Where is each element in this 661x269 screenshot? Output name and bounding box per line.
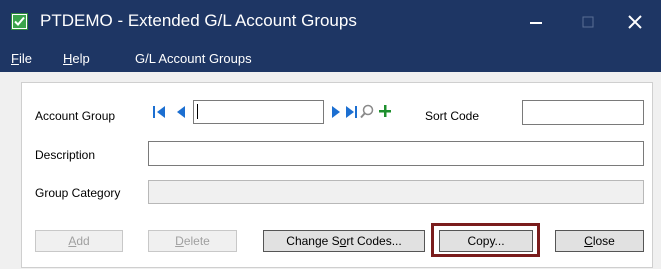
- delete-button[interactable]: Delete: [148, 230, 237, 252]
- menu-file[interactable]: File: [11, 51, 32, 66]
- minimize-button[interactable]: [515, 0, 557, 44]
- menu-help[interactable]: Help: [63, 51, 90, 66]
- sort-code-input[interactable]: [522, 100, 644, 125]
- close-icon: [628, 15, 642, 29]
- close-button[interactable]: Close: [555, 230, 644, 252]
- previous-record-icon[interactable]: [176, 106, 186, 121]
- window-title: PTDEMO - Extended G/L Account Groups: [40, 11, 357, 30]
- menu-gl-account-groups[interactable]: G/L Account Groups: [135, 51, 252, 66]
- minimize-icon: [530, 22, 542, 24]
- account-group-input[interactable]: [193, 100, 324, 124]
- copy-button[interactable]: Copy...: [439, 230, 533, 252]
- last-record-icon[interactable]: [346, 106, 358, 121]
- group-category-label: Group Category: [35, 186, 121, 200]
- text-caret: [197, 104, 198, 119]
- change-sort-codes-button[interactable]: Change Sort Codes...: [263, 230, 425, 252]
- add-button[interactable]: Add: [35, 230, 123, 252]
- app-check-icon: [11, 13, 28, 30]
- menu-bar: File Help G/L Account Groups: [0, 44, 661, 72]
- app-window: PTDEMO - Extended G/L Account Groups Fil…: [0, 0, 661, 269]
- maximize-icon: [582, 16, 594, 28]
- maximize-button[interactable]: [567, 0, 609, 44]
- close-window-button[interactable]: [614, 0, 656, 44]
- first-record-icon[interactable]: [153, 106, 167, 121]
- next-record-icon[interactable]: [331, 106, 341, 121]
- add-record-icon[interactable]: [378, 104, 392, 121]
- description-label: Description: [35, 148, 96, 162]
- search-icon[interactable]: [360, 104, 374, 122]
- sort-code-label: Sort Code: [425, 109, 480, 123]
- account-group-label: Account Group: [35, 109, 116, 123]
- title-bar[interactable]: PTDEMO - Extended G/L Account Groups: [0, 0, 661, 44]
- group-category-input: [148, 180, 644, 204]
- description-input[interactable]: [148, 141, 644, 166]
